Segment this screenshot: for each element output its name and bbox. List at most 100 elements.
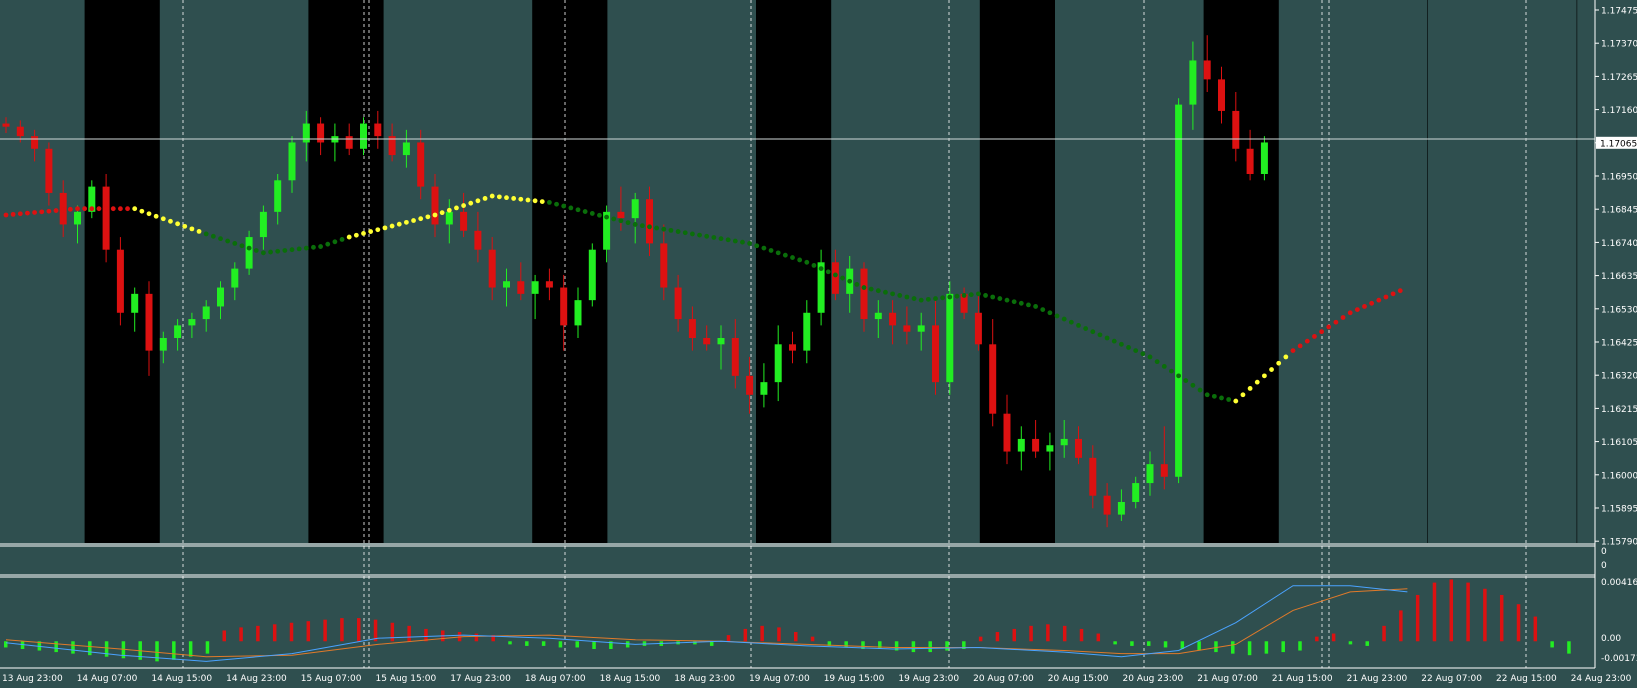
ma-dot [1354, 307, 1360, 313]
candle[interactable] [474, 211, 482, 263]
candle[interactable] [674, 274, 682, 332]
candle[interactable] [731, 319, 739, 389]
candle[interactable] [860, 262, 868, 332]
ma-dot [525, 197, 531, 203]
ma-dot [947, 294, 953, 300]
candle-body [274, 180, 282, 212]
ma-dot [1197, 387, 1203, 393]
ma-dot [418, 216, 424, 222]
candle[interactable] [703, 325, 711, 351]
candle[interactable] [1189, 41, 1197, 130]
ma-dot [539, 199, 545, 204]
candle[interactable] [245, 230, 253, 275]
candle[interactable] [631, 192, 639, 244]
ma-dot [883, 289, 888, 295]
ma-dot [504, 195, 509, 201]
candle-body [1075, 438, 1082, 458]
macd-histogram-bar [1247, 641, 1252, 656]
ma-dot [618, 218, 624, 224]
candle-body [631, 199, 639, 219]
candle[interactable] [31, 129, 39, 162]
ma-dot [210, 233, 216, 239]
candle[interactable] [288, 136, 296, 193]
candle[interactable] [1175, 98, 1183, 484]
candle[interactable] [1146, 451, 1154, 496]
candle[interactable] [1117, 489, 1125, 521]
candle-body [646, 199, 653, 244]
candle-body [259, 211, 267, 238]
macd-histogram-bar [1348, 641, 1353, 645]
candle[interactable] [746, 356, 754, 414]
candle[interactable] [488, 237, 496, 301]
macd-histogram-bar [592, 641, 596, 650]
ma-dot [303, 245, 309, 251]
ma-dot [890, 291, 895, 297]
candle[interactable] [1160, 426, 1168, 490]
candle[interactable] [1103, 483, 1111, 528]
candle[interactable] [102, 174, 110, 263]
candle[interactable] [1060, 420, 1068, 458]
candle[interactable] [174, 319, 182, 351]
price-candles[interactable] [2, 35, 1268, 528]
candle[interactable] [388, 123, 396, 162]
ma-dot [339, 237, 345, 242]
candle[interactable] [1075, 426, 1082, 465]
candle[interactable] [517, 262, 525, 301]
candle[interactable] [846, 256, 854, 313]
macd-histogram-bar [1046, 624, 1050, 642]
candle-body [2, 123, 10, 127]
macd-histogram-bar [945, 641, 949, 651]
candle[interactable] [903, 306, 911, 345]
candle[interactable] [74, 205, 81, 244]
macd-histogram-bar [1449, 579, 1454, 642]
ma-dot [175, 221, 181, 227]
forex-chart[interactable]: 1.17475 1.17370 1.17265 1.17160 1.17065 1.169… [0, 0, 1637, 688]
macd-histogram-bar [1399, 610, 1403, 642]
candle[interactable] [159, 331, 167, 364]
candle[interactable] [2, 117, 10, 133]
candle[interactable] [1132, 476, 1140, 509]
candle[interactable] [217, 281, 224, 320]
ma-dot [1369, 300, 1375, 306]
candle[interactable] [960, 287, 968, 320]
ma-dot [289, 247, 295, 253]
candle-body [1089, 457, 1097, 496]
ma-dot [611, 216, 617, 222]
candle[interactable] [1260, 136, 1268, 181]
candle[interactable] [660, 224, 668, 301]
candle[interactable] [617, 186, 625, 231]
candle[interactable] [259, 205, 267, 250]
macd-pane[interactable] [4, 579, 1571, 662]
candle[interactable] [460, 192, 468, 238]
candle[interactable] [188, 312, 196, 338]
candle[interactable] [431, 174, 439, 238]
candle[interactable] [417, 129, 425, 200]
candle[interactable] [45, 142, 53, 206]
candle[interactable] [874, 300, 882, 338]
candle[interactable] [588, 243, 596, 307]
candle[interactable] [503, 268, 510, 307]
candle[interactable] [917, 312, 925, 351]
ma-dot [468, 200, 474, 206]
candle[interactable] [274, 174, 282, 225]
candle[interactable] [932, 300, 939, 395]
macd-histogram-bar [508, 641, 512, 645]
candle[interactable] [231, 262, 239, 301]
candle[interactable] [688, 306, 696, 351]
candle[interactable] [889, 300, 897, 345]
ma-dot [818, 266, 824, 272]
ma-dot [833, 272, 838, 278]
candle[interactable] [402, 129, 410, 168]
candle[interactable] [646, 186, 653, 256]
candle[interactable] [116, 237, 124, 326]
ma-dot [311, 244, 316, 250]
ma-dot [1176, 373, 1181, 379]
candle[interactable] [445, 199, 453, 244]
candle[interactable] [717, 325, 725, 370]
candle[interactable] [202, 300, 210, 332]
ma-dot [711, 235, 717, 240]
macd-histogram-bar [1231, 641, 1235, 654]
price-tick-label: 1.16950 [1601, 173, 1637, 183]
ma-dot [1047, 310, 1053, 316]
candle[interactable] [1089, 445, 1097, 509]
